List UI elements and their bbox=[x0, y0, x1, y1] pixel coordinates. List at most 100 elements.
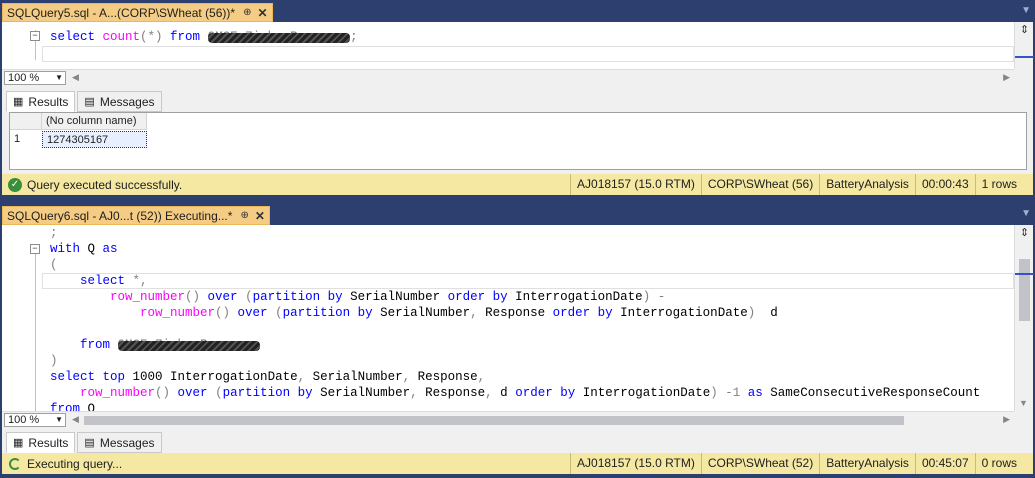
grid-icon: ▦ bbox=[13, 437, 24, 449]
code-token: ) -1 bbox=[710, 386, 748, 400]
code-token: SerialNumber bbox=[312, 370, 403, 384]
messages-tab-label: Messages bbox=[99, 435, 155, 450]
top-editor-hbar[interactable]: 100 % ▼ ◀ ▶ bbox=[2, 69, 1014, 86]
top-tabstrip: SQLQuery5.sql - A...(CORP\SWheat (56))* … bbox=[0, 0, 1035, 22]
vscroll-thumb[interactable] bbox=[1019, 259, 1030, 321]
code-line[interactable]: ; bbox=[50, 225, 1014, 241]
code-line[interactable]: ) bbox=[50, 353, 1014, 369]
tab-sqlquery5[interactable]: SQLQuery5.sql - A...(CORP\SWheat (56))* … bbox=[2, 3, 273, 22]
scroll-left-icon[interactable]: ◀ bbox=[72, 414, 79, 425]
row-number[interactable]: 1 bbox=[10, 131, 42, 148]
results-tab[interactable]: ▦ Results bbox=[6, 91, 76, 112]
code-line[interactable]: row_number() over (partition by SerialNu… bbox=[50, 305, 1014, 321]
code-token: ; bbox=[50, 226, 58, 240]
code-token: , bbox=[402, 370, 418, 384]
code-token: *, bbox=[132, 274, 148, 288]
code-token: order by bbox=[447, 290, 516, 304]
code-token: () bbox=[215, 306, 238, 320]
zoom-dropdown[interactable]: 100 % ▼ bbox=[4, 413, 66, 427]
redaction-scribble bbox=[207, 33, 351, 43]
code-line[interactable] bbox=[50, 321, 1014, 337]
code-token: ) - bbox=[642, 290, 666, 304]
code-token: partition by bbox=[252, 290, 351, 304]
zoom-value: 100 % bbox=[8, 414, 40, 426]
scroll-corner bbox=[1014, 411, 1033, 428]
scroll-position-marker bbox=[1015, 56, 1034, 58]
code-token: from bbox=[50, 338, 118, 352]
code-token: order by bbox=[552, 306, 621, 320]
column-header[interactable]: (No column name) bbox=[42, 113, 147, 130]
code-line[interactable]: with Q as bbox=[50, 241, 1014, 257]
collapse-icon[interactable]: − bbox=[30, 244, 40, 254]
code-line[interactable]: ( bbox=[50, 257, 1014, 273]
code-token: 1000 bbox=[132, 370, 171, 384]
tab-sqlquery6[interactable]: SQLQuery6.sql - AJ0...t (52)) Executing.… bbox=[2, 206, 270, 225]
code-token: , bbox=[477, 370, 486, 384]
code-line[interactable]: select count(*) from OMCE.ZigbeeResponse… bbox=[50, 29, 1014, 45]
code-token: row_number bbox=[50, 386, 156, 400]
code-line[interactable]: row_number() over (partition by SerialNu… bbox=[50, 289, 1014, 305]
grid-cell[interactable]: 1274305167 bbox=[42, 131, 147, 148]
zoom-value: 100 % bbox=[8, 72, 40, 84]
zoom-dropdown[interactable]: 100 % ▼ bbox=[4, 71, 66, 85]
code-line[interactable]: select top 1000 InterrogationDate, Seria… bbox=[50, 369, 1014, 385]
code-token: , bbox=[410, 386, 426, 400]
scroll-right-icon[interactable]: ▶ bbox=[1003, 414, 1010, 425]
code-token: partition by bbox=[222, 386, 321, 400]
code-line[interactable]: select *, bbox=[50, 273, 1014, 289]
split-icon[interactable]: ⇕ bbox=[1018, 227, 1031, 240]
close-icon[interactable]: ✕ bbox=[255, 209, 265, 223]
code-token: partition by bbox=[282, 306, 381, 320]
messages-tab[interactable]: ▤ Messages bbox=[77, 91, 162, 112]
bottom-editor-vscroll[interactable]: ⇕ ▼ bbox=[1014, 225, 1034, 411]
scroll-down-icon[interactable]: ▼ bbox=[1019, 398, 1028, 408]
code-token: ) bbox=[50, 354, 58, 368]
code-token: InterrogationDate bbox=[620, 306, 748, 320]
code-token: ( bbox=[215, 386, 223, 400]
results-tab[interactable]: ▦ Results bbox=[6, 432, 76, 453]
code-token: InterrogationDate bbox=[582, 386, 711, 400]
code-token: from bbox=[170, 30, 208, 44]
code-token: , bbox=[297, 370, 313, 384]
grid-corner[interactable] bbox=[10, 113, 42, 130]
status-message: Executing query... bbox=[27, 456, 123, 471]
scroll-left-icon[interactable]: ◀ bbox=[72, 72, 79, 83]
messages-tab-label: Messages bbox=[99, 94, 155, 109]
bottom-editor-hbar[interactable]: 100 % ▼ ◀ ▶ bbox=[2, 411, 1014, 428]
bottom-query-editor[interactable]: − ; with Q as( select *, row_number() ove… bbox=[2, 225, 1014, 411]
success-check-icon: ✓ bbox=[8, 177, 22, 192]
tab-title: SQLQuery6.sql - AJ0...t (52)) Executing.… bbox=[7, 208, 233, 223]
status-rows: 0 rows bbox=[974, 453, 1033, 474]
code-token: SameConsecutiveResponseCount bbox=[770, 386, 981, 400]
pin-icon[interactable]: ⊕ bbox=[240, 210, 248, 221]
results-tab-label: Results bbox=[28, 435, 69, 450]
code-line[interactable]: row_number() over (partition by SerialNu… bbox=[50, 385, 1014, 401]
tab-overflow-icon[interactable]: ▼ bbox=[1021, 208, 1031, 219]
bottom-status-bar: Executing query... AJ018157 (15.0 RTM) C… bbox=[2, 453, 1033, 474]
code-line[interactable]: from OMCE.ZigbeeResponse bbox=[50, 337, 1014, 353]
tab-overflow-icon[interactable]: ▼ bbox=[1021, 5, 1031, 16]
code-token: over bbox=[207, 290, 246, 304]
top-editor-vscroll[interactable]: ⇕ bbox=[1014, 22, 1034, 69]
split-icon[interactable]: ⇕ bbox=[1018, 24, 1031, 37]
top-query-editor[interactable]: − select count(*) from OMCE.ZigbeeRespon… bbox=[2, 22, 1014, 69]
hscroll-thumb[interactable] bbox=[84, 416, 904, 425]
status-user: CORP\SWheat (52) bbox=[700, 453, 819, 474]
messages-tab[interactable]: ▤ Messages bbox=[77, 432, 162, 453]
scroll-right-icon[interactable]: ▶ bbox=[1003, 72, 1010, 83]
scroll-corner bbox=[1014, 69, 1033, 86]
scroll-position-marker bbox=[1015, 273, 1034, 275]
code-token: top bbox=[102, 370, 133, 384]
code-token: ) bbox=[747, 306, 771, 320]
top-status-bar: ✓ Query executed successfully. AJ018157 … bbox=[2, 174, 1033, 195]
collapse-icon[interactable]: − bbox=[30, 31, 40, 41]
close-icon[interactable]: ✕ bbox=[257, 6, 267, 20]
status-database: BatteryAnalysis bbox=[819, 174, 915, 195]
chevron-down-icon: ▼ bbox=[55, 415, 63, 424]
code-token: select bbox=[50, 30, 103, 44]
pin-icon[interactable]: ⊕ bbox=[243, 7, 251, 18]
code-line[interactable]: from Q bbox=[50, 401, 1014, 411]
results-grid[interactable]: (No column name) 1 1274305167 bbox=[9, 112, 1027, 170]
code-token: () bbox=[155, 386, 178, 400]
messages-icon: ▤ bbox=[84, 437, 95, 449]
